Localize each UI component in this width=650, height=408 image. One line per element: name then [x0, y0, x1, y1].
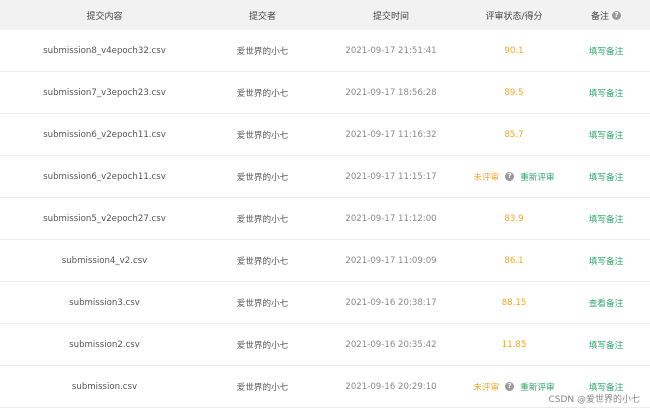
file-name: submission4_v2.csv — [61, 255, 148, 266]
status-cell: 未评审? 重新评审 — [466, 171, 562, 183]
table-row: submission6_v2epoch11.csv 爱世界的小七 2021-09-1… — [0, 156, 650, 198]
note-cell: 填写备注 — [562, 45, 650, 57]
table-body: submission8_v4epoch32.csv 爱世界的小七 2021-09-1… — [0, 30, 650, 408]
file-name: submission6_v2epoch11.csv — [43, 129, 166, 140]
status-cell: 83.9 — [466, 214, 562, 224]
file-name: submission8_v4epoch32.csv — [43, 45, 166, 56]
file-name: submission6_v2epoch11.csv — [43, 171, 166, 182]
note-cell: 填写备注 — [562, 129, 650, 141]
submit-time: 2021-09-17 21:51:41 — [345, 45, 437, 56]
note-link[interactable]: 填写备注 — [589, 47, 623, 57]
note-cell: 填写备注 — [562, 381, 650, 393]
note-link[interactable]: 填写备注 — [589, 131, 623, 141]
table-row: submission3.csv 爱世界的小七 2021-09-16 20:38:17… — [0, 282, 650, 324]
table-row: submission5_v2epoch27.csv 爱世界的小七 2021-09-1… — [0, 198, 650, 240]
submit-time: 2021-09-17 18:56:28 — [345, 87, 437, 98]
submitter-name: 爱世界的小七 — [236, 172, 289, 183]
header-status: 评审状态/得分 — [485, 11, 543, 22]
file-name: submission7_v3epoch23.csv — [43, 87, 166, 98]
submit-time: 2021-09-16 20:38:17 — [345, 297, 437, 308]
submit-time: 2021-09-17 11:09:09 — [345, 255, 437, 266]
note-cell: 填写备注 — [562, 255, 650, 267]
submitter-name: 爱世界的小七 — [236, 256, 289, 267]
status-cell: 86.1 — [466, 256, 562, 266]
table-row: submission4_v2.csv 爱世界的小七 2021-09-17 11:09… — [0, 240, 650, 282]
note-link[interactable]: 填写备注 — [589, 215, 623, 225]
watermark: CSDN @爱世界的小七 — [548, 395, 640, 405]
header-submitter: 提交者 — [248, 11, 276, 22]
score-value: 83.9 — [504, 213, 524, 224]
note-link[interactable]: 填写备注 — [589, 89, 623, 99]
re-evaluate-link[interactable]: 重新评审 — [520, 171, 554, 183]
submit-time: 2021-09-16 20:29:10 — [345, 381, 437, 392]
submitter-name: 爱世界的小七 — [236, 46, 289, 57]
file-name: submission2.csv — [69, 339, 140, 350]
status-cell: 85.7 — [466, 130, 562, 140]
note-cell: 查看备注 — [562, 297, 650, 309]
status-unreviewed: 未评审 — [473, 172, 500, 183]
re-evaluate-link[interactable]: 重新评审 — [520, 381, 554, 393]
header-time: 提交时间 — [372, 11, 409, 22]
status-cell: 88.15 — [466, 298, 562, 308]
submissions-table: 提交内容 提交者 提交时间 评审状态/得分 备注 ? submission8_v… — [0, 0, 650, 408]
submitter-name: 爱世界的小七 — [236, 130, 289, 141]
submit-time: 2021-09-17 11:15:17 — [345, 171, 437, 182]
score-value: 90.1 — [504, 45, 524, 56]
submit-time: 2021-09-17 11:16:32 — [345, 129, 437, 140]
submitter-name: 爱世界的小七 — [236, 214, 289, 225]
file-name: submission5_v2epoch27.csv — [43, 213, 166, 224]
score-value: 11.85 — [501, 339, 527, 350]
note-link[interactable]: 填写备注 — [589, 257, 623, 267]
score-value: 89.5 — [504, 87, 524, 98]
note-cell: 填写备注 — [562, 87, 650, 99]
score-value: 85.7 — [504, 129, 524, 140]
note-link[interactable]: 填写备注 — [589, 383, 623, 393]
note-cell: 填写备注 — [562, 339, 650, 351]
table-row: submission7_v3epoch23.csv 爱世界的小七 2021-09-1… — [0, 72, 650, 114]
status-unreviewed: 未评审 — [473, 382, 500, 393]
question-icon[interactable]: ? — [612, 10, 621, 20]
file-name: submission.csv — [71, 381, 138, 392]
score-value: 86.1 — [504, 255, 524, 266]
table-row: submission2.csv 爱世界的小七 2021-09-16 20:35:42… — [0, 324, 650, 366]
note-link[interactable]: 填写备注 — [589, 173, 623, 183]
file-name: submission3.csv — [69, 297, 140, 308]
status-cell: 11.85 — [466, 340, 562, 350]
submitter-name: 爱世界的小七 — [236, 340, 289, 351]
status-cell: 未评审? 重新评审 — [466, 381, 562, 393]
table-header: 提交内容 提交者 提交时间 评审状态/得分 备注 ? — [0, 0, 650, 30]
note-link[interactable]: 填写备注 — [589, 341, 623, 351]
header-content: 提交内容 — [86, 11, 123, 22]
table-row: submission6_v2epoch11.csv 爱世界的小七 2021-09-1… — [0, 114, 650, 156]
submitter-name: 爱世界的小七 — [236, 382, 289, 393]
submitter-name: 爱世界的小七 — [236, 298, 289, 309]
note-cell: 填写备注 — [562, 213, 650, 225]
header-note-label: 备注 — [590, 11, 609, 22]
table-row: submission8_v4epoch32.csv 爱世界的小七 2021-09-1… — [0, 30, 650, 72]
note-cell: 填写备注 — [562, 171, 650, 183]
submitter-name: 爱世界的小七 — [236, 88, 289, 99]
submit-time: 2021-09-16 20:35:42 — [345, 339, 437, 350]
score-value: 88.15 — [501, 297, 527, 308]
note-link[interactable]: 查看备注 — [589, 299, 623, 309]
question-icon[interactable]: ? — [505, 382, 515, 391]
status-cell: 90.1 — [466, 46, 562, 56]
header-note: 备注 ? — [562, 9, 650, 22]
submit-time: 2021-09-17 11:12:00 — [345, 213, 437, 224]
question-icon[interactable]: ? — [505, 172, 515, 181]
status-cell: 89.5 — [466, 88, 562, 98]
